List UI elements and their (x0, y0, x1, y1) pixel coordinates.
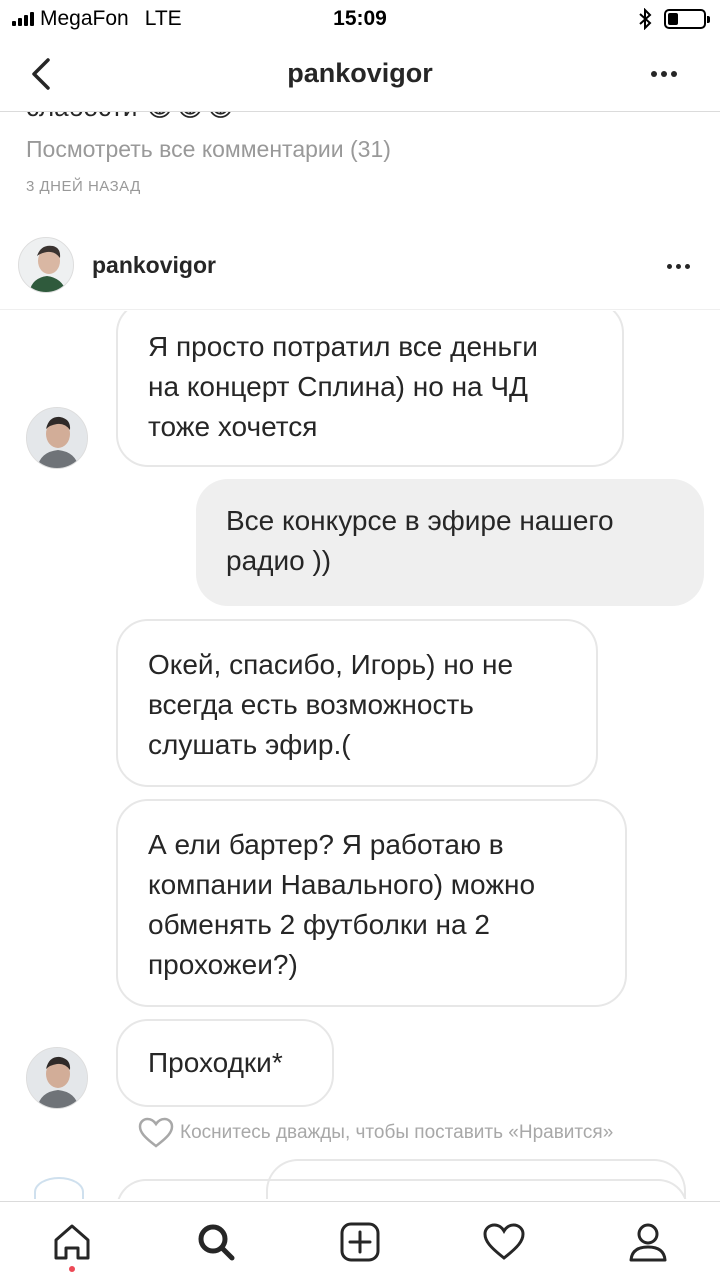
more-dot (671, 71, 677, 77)
message-line: радио )) (226, 545, 332, 576)
message-line: Окей, спасибо, Игорь) но не (148, 649, 514, 680)
message-bubble: А ели бартер? Я работаю в компании Навал… (116, 799, 627, 1007)
status-bar: MegaFon LTE 15:09 (0, 0, 720, 36)
post-header: pankovigor (0, 230, 720, 310)
chat-avatar (26, 1047, 88, 1109)
message-line: Я просто потратил все деньги (148, 331, 538, 362)
more-horizontal-icon (666, 263, 672, 269)
heart-icon (483, 1223, 525, 1260)
heart-outline-icon (138, 1117, 174, 1148)
chat-avatar (26, 407, 88, 469)
post-timestamp: 3 ДНЕЙ НАЗАД (26, 178, 141, 195)
page-title: pankovigor (287, 58, 433, 88)
like-hint-text: Коснитесь дважды, чтобы поставить «Нрави… (180, 1122, 614, 1143)
message-line: Все конкурсе в эфире нашего (226, 505, 614, 536)
active-tab-indicator (69, 1266, 75, 1272)
bottom-tab-bar (0, 1201, 720, 1280)
avatar[interactable] (18, 237, 74, 293)
message-bubble: Все конкурсе в эфире нашего радио )) (196, 479, 704, 606)
profile-icon (629, 1223, 667, 1262)
nav-header: pankovigor (0, 36, 720, 112)
more-horizontal-icon (651, 71, 657, 77)
post-options-button[interactable] (660, 254, 696, 278)
message-line: обменять 2 футболки на 2 (148, 909, 490, 940)
avatar-image (27, 1048, 87, 1108)
back-button[interactable] (26, 54, 56, 94)
tab-home[interactable] (48, 1218, 96, 1266)
message-line: слушать эфир.( (148, 729, 351, 760)
avatar-image (27, 408, 87, 468)
chevron-left-icon (32, 58, 50, 90)
tab-search[interactable] (192, 1218, 240, 1266)
message-line: компании Навального) можно (148, 869, 536, 900)
tab-add-post[interactable] (336, 1218, 384, 1266)
more-dot (684, 263, 690, 269)
search-icon (198, 1224, 235, 1261)
message-bubble: Окей, спасибо, Игорь) но не всегда есть … (116, 619, 598, 787)
home-icon (54, 1224, 90, 1260)
next-avatar-stub (34, 1177, 84, 1199)
message-line: Проходки* (148, 1047, 283, 1078)
battery-icon (664, 9, 710, 29)
add-post-icon (340, 1222, 380, 1262)
tab-activity[interactable] (480, 1218, 528, 1266)
message-line: А ели бартер? Я работаю в (148, 829, 504, 860)
more-dot (661, 71, 667, 77)
status-time: 15:09 (333, 7, 387, 30)
message-line: на концерт Сплина) но на ЧД (148, 371, 529, 402)
more-dot (675, 263, 681, 269)
view-comments-link[interactable]: Посмотреть все комментарии (31) (26, 136, 391, 163)
next-message-stub (116, 1179, 688, 1199)
status-right (638, 8, 710, 30)
more-options-button[interactable] (644, 62, 684, 86)
double-tap-like-hint[interactable]: Коснитесь дважды, чтобы поставить «Нрави… (138, 1117, 613, 1149)
avatar-image (19, 238, 73, 292)
battery-level (668, 13, 678, 25)
bluetooth-icon (639, 8, 652, 30)
post-username[interactable]: pankovigor (92, 252, 216, 279)
message-line: всегда есть возможность (148, 689, 474, 720)
message-line: прохожеи?) (148, 949, 298, 980)
message-line: тоже хочется (148, 411, 318, 442)
message-bubble: Я просто потратил все деньги на концерт … (116, 311, 624, 467)
tab-profile[interactable] (624, 1218, 672, 1266)
caption-tail: слабости 😂😂😂 (26, 112, 236, 123)
message-bubble: Проходки* (116, 1019, 334, 1107)
post-image[interactable]: Я просто потратил все деньги на концерт … (0, 311, 720, 1199)
